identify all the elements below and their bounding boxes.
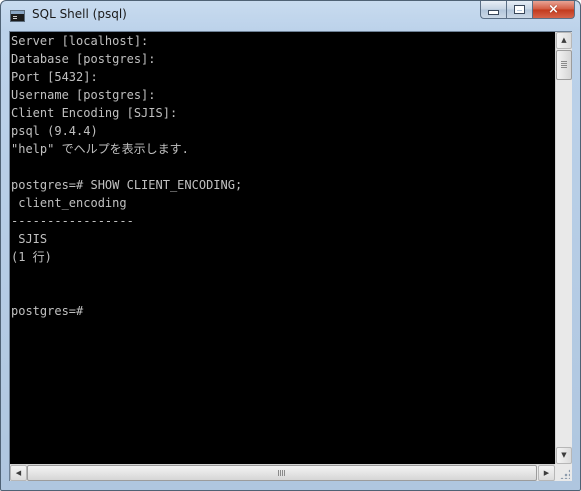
maximize-button[interactable] [506, 1, 532, 19]
scroll-left-button[interactable]: ◀ [10, 465, 27, 481]
console-prompt-line[interactable]: postgres=# [11, 302, 83, 320]
console-line: Database [postgres]: [11, 52, 156, 66]
console-line: postgres=# SHOW CLIENT_ENCODING; [11, 178, 243, 192]
vertical-scrollbar[interactable]: ▲ ▼ [555, 32, 572, 464]
minimize-icon [488, 10, 499, 15]
console-line: Client Encoding [SJIS]: [11, 106, 178, 120]
arrow-left-icon: ◀ [15, 468, 22, 477]
console-icon[interactable] [10, 10, 25, 22]
title-bar[interactable]: SQL Shell (psql) × [1, 1, 580, 31]
grip-icon [561, 61, 567, 62]
console-line: client_encoding [11, 196, 127, 210]
horizontal-scroll-thumb[interactable] [27, 465, 537, 481]
scroll-right-button[interactable]: ▶ [538, 465, 555, 481]
console-line: Port [5432]: [11, 70, 98, 84]
console-line: ----------------- [11, 214, 134, 228]
scrollbar-corner [555, 464, 572, 481]
console-line: psql (9.4.4) [11, 124, 98, 138]
grip-icon [278, 470, 279, 476]
close-button[interactable]: × [532, 1, 575, 19]
caption-buttons: × [480, 1, 575, 20]
console-line: (1 行) [11, 250, 52, 264]
scroll-up-button[interactable]: ▲ [556, 32, 572, 49]
psql-window: SQL Shell (psql) × Server [localhost]: D… [0, 0, 581, 491]
horizontal-scrollbar[interactable]: ◀ ▶ [10, 464, 555, 481]
vertical-scroll-thumb[interactable] [556, 50, 572, 80]
close-icon: × [548, 2, 559, 17]
console-line: Username [postgres]: [11, 88, 156, 102]
console-client-area: Server [localhost]: Database [postgres]:… [9, 31, 572, 481]
arrow-right-icon: ▶ [543, 468, 550, 477]
minimize-button[interactable] [480, 1, 506, 19]
arrow-up-icon: ▲ [561, 36, 567, 44]
scroll-down-button[interactable]: ▼ [556, 447, 572, 464]
arrow-down-icon: ▼ [561, 451, 567, 459]
console-line: Server [localhost]: [11, 34, 149, 48]
window-title: SQL Shell (psql) [32, 7, 127, 21]
console-line: SJIS [11, 232, 48, 246]
console-line: "help" でヘルプを表示します. [11, 142, 189, 156]
size-grip-icon[interactable] [560, 469, 570, 479]
maximize-icon [514, 5, 525, 14]
console-output[interactable]: Server [localhost]: Database [postgres]:… [10, 32, 555, 464]
